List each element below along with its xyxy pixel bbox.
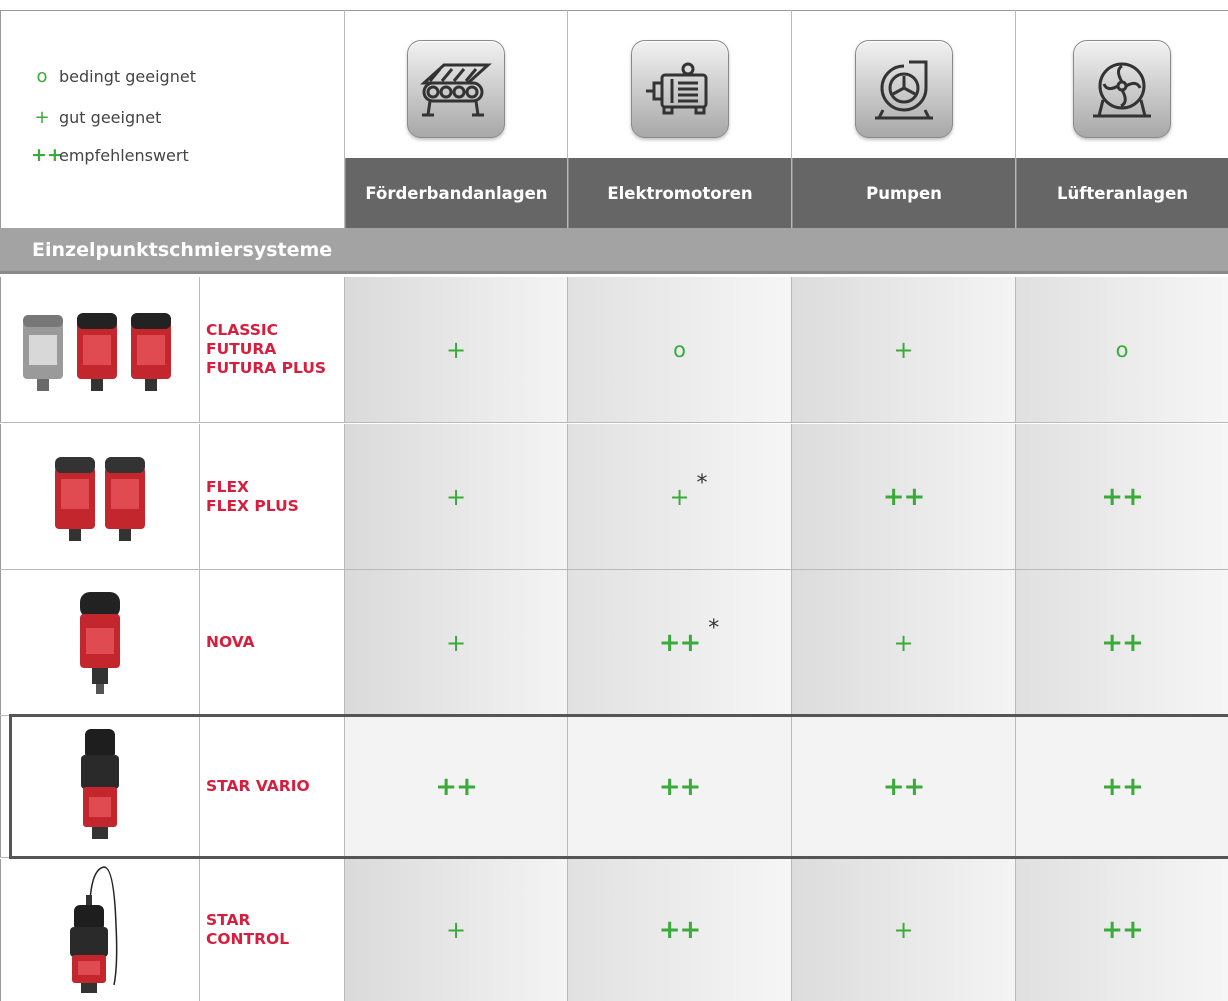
legend-label: bedingt geeignet [59, 67, 196, 86]
rating-cell: ++ * [567, 570, 791, 715]
table-row: CLASSIC FUTURA FUTURA PLUS + o + o [0, 277, 1228, 423]
product-name-line: STAR VARIO [206, 777, 310, 795]
legend-item: ++ empfehlenswert [31, 144, 189, 166]
rating-symbol: + [445, 482, 467, 511]
product-name-line: NOVA [206, 633, 255, 651]
rating-cell: + [791, 570, 1015, 715]
column-header-conveyor: Förderbandanlagen [344, 10, 567, 228]
rating-cell: ++ [1015, 570, 1228, 715]
rating-symbol-text: + [669, 482, 690, 511]
legend-label: empfehlenswert [59, 145, 189, 165]
legend-symbol: o [36, 66, 48, 87]
product-name-line: STAR [206, 911, 251, 929]
product-name-line: CONTROL [206, 930, 290, 948]
rating-symbol: ++ [882, 481, 926, 512]
rating-symbol: + [893, 628, 914, 657]
legend-label: gut geeignet [59, 108, 162, 127]
legend-item: o bedingt geeignet [31, 66, 196, 87]
product-name-line: FLEX [206, 477, 250, 496]
rating-cell: ++ [1015, 859, 1228, 1001]
rating-symbol: + [445, 628, 467, 657]
column-label: Pumpen [792, 158, 1015, 228]
rating-symbol: + * [669, 471, 707, 511]
product-image [0, 424, 200, 569]
table-row: STAR CONTROL + ++ + ++ [0, 859, 1228, 1001]
product-name: STAR CONTROL [200, 859, 344, 1001]
rating-cell: ++ [1015, 424, 1228, 569]
product-name-line: FUTURA PLUS [206, 359, 327, 377]
product-image [0, 716, 200, 857]
rating-cell: + [791, 859, 1015, 1001]
rating-cell: + [344, 277, 567, 422]
rating-symbol: ++ * [658, 616, 720, 658]
rating-symbol: ++ [1101, 481, 1144, 512]
pump-icon [854, 40, 953, 138]
footnote-asterisk: * [708, 615, 719, 641]
rating-symbol: ++ [882, 771, 926, 802]
rating-symbol: + [893, 335, 914, 364]
rating-symbol: ++ [1101, 771, 1144, 802]
fan-icon [1073, 40, 1171, 138]
column-header-motor: Elektromotoren [567, 10, 791, 228]
rating-symbol: + [445, 335, 467, 364]
rating-symbol: ++ [658, 915, 702, 945]
section-title: Einzelpunktschmiersysteme [0, 228, 1228, 274]
rating-cell: + [344, 424, 567, 569]
column-label: Lüfteranlagen [1016, 158, 1228, 228]
legend-item: + gut geeignet [31, 107, 161, 128]
product-name: FLEX FLEX PLUS [200, 424, 344, 569]
rating-symbol: ++ [658, 771, 702, 802]
rating-cell: ++ [567, 859, 791, 1001]
product-name-line: FUTURA [206, 340, 277, 358]
rating-cell: + [344, 859, 567, 1001]
rating-cell: o [1015, 277, 1228, 422]
product-name: STAR VARIO [200, 716, 344, 857]
rating-symbol: + [893, 916, 914, 944]
rating-symbol: o [673, 337, 686, 362]
footnote-asterisk: * [696, 470, 708, 496]
rating-cell: ++ [344, 716, 567, 857]
table-row: STAR VARIO ++ ++ ++ ++ [0, 716, 1228, 858]
rating-symbol: ++ [1101, 627, 1144, 658]
rating-cell: + * [567, 424, 791, 569]
legend: o bedingt geeignet + gut geeignet ++ emp… [0, 10, 344, 228]
rating-cell: o [567, 277, 791, 422]
rating-symbol-text: ++ [658, 627, 702, 658]
rating-cell: + [791, 277, 1015, 422]
product-image [0, 277, 200, 422]
rating-symbol: o [1115, 337, 1129, 362]
column-header-fan: Lüfteranlagen [1015, 10, 1228, 228]
conveyor-belt-icon [407, 40, 505, 138]
product-name: CLASSIC FUTURA FUTURA PLUS [200, 277, 344, 422]
rating-cell: ++ [567, 716, 791, 857]
column-header-pump: Pumpen [791, 10, 1015, 228]
legend-symbol: ++ [31, 144, 63, 166]
table-row: NOVA + ++ * + ++ [0, 570, 1228, 716]
product-name-line: FLEX PLUS [206, 496, 299, 515]
rating-symbol: ++ [435, 771, 478, 802]
column-label: Förderbandanlagen [345, 158, 567, 228]
column-label: Elektromotoren [568, 158, 791, 228]
electric-motor-icon [630, 40, 729, 138]
legend-symbol: + [34, 107, 50, 128]
rating-cell: + [344, 570, 567, 715]
product-image [0, 570, 200, 715]
product-name: NOVA [200, 570, 344, 715]
rating-symbol: ++ [1101, 915, 1144, 945]
product-image [0, 859, 200, 1001]
rating-cell: ++ [791, 716, 1015, 857]
product-name-line: CLASSIC [206, 321, 279, 339]
rating-cell: ++ [791, 424, 1015, 569]
rating-symbol: + [445, 916, 467, 944]
table-row: FLEX FLEX PLUS + + * ++ ++ [0, 424, 1228, 570]
rating-cell: ++ [1015, 716, 1228, 857]
